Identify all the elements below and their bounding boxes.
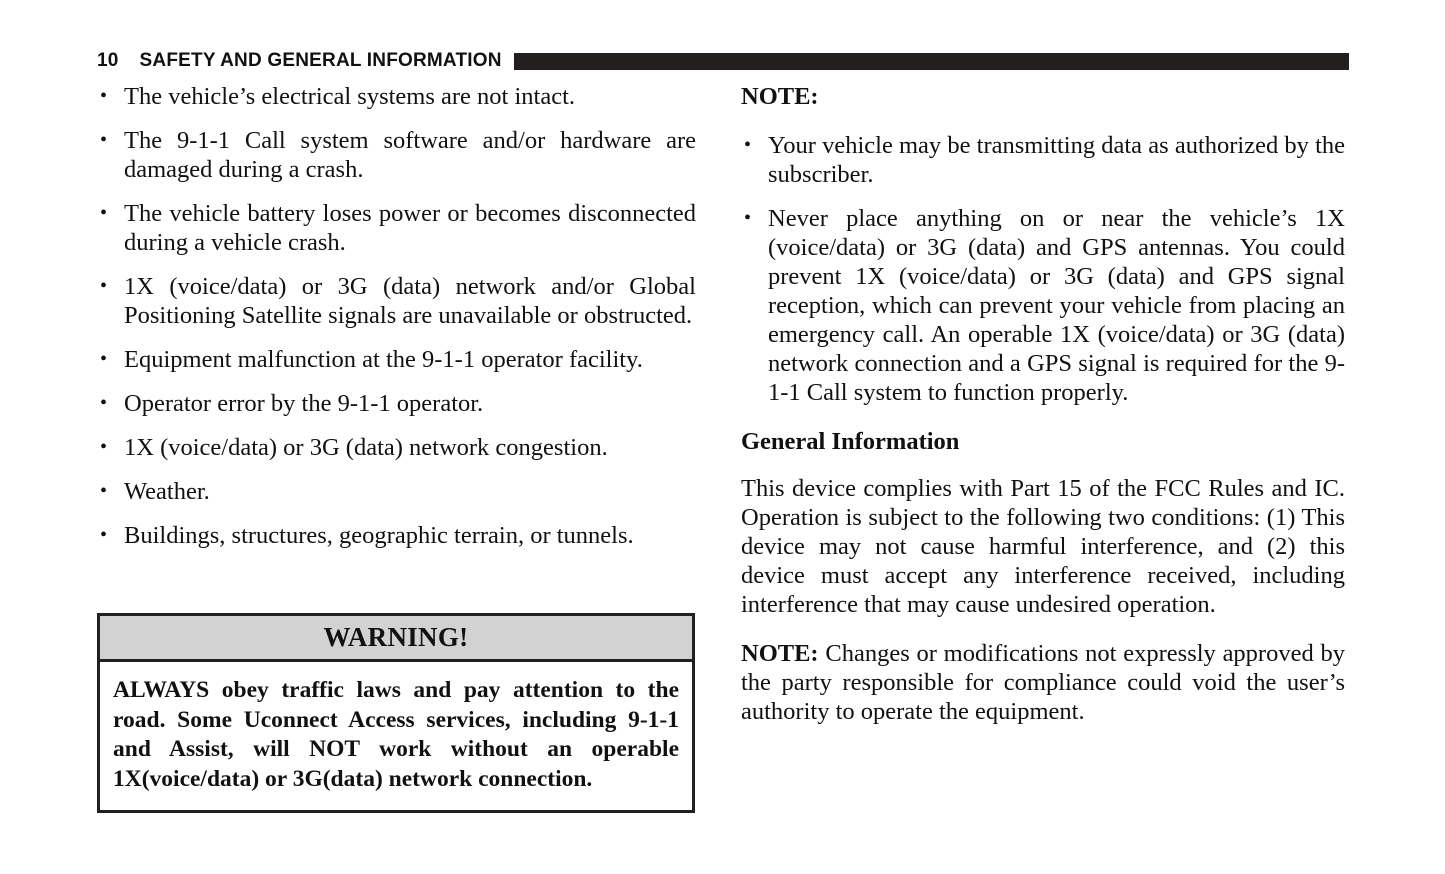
list-item: 1X (voice/data) or 3G (data) network and… xyxy=(97,272,696,330)
list-item: The vehicle’s electrical systems are not… xyxy=(97,82,696,111)
note-paragraph-text: Changes or modifications not expressly a… xyxy=(741,640,1345,725)
list-item: Your vehicle may be transmitting data as… xyxy=(741,131,1345,189)
general-information-heading: General Information xyxy=(741,428,960,455)
general-information-paragraph: This device complies with Part 15 of the… xyxy=(741,475,1345,618)
list-item: Equipment malfunction at the 9-1-1 opera… xyxy=(97,345,696,374)
list-item: Operator error by the 9-1-1 operator. xyxy=(97,389,696,418)
warning-body-text: ALWAYS obey traffic laws and pay attenti… xyxy=(113,677,679,792)
note-bullet-list: Your vehicle may be transmitting data as… xyxy=(741,131,1345,407)
list-item: 1X (voice/data) or 3G (data) network con… xyxy=(97,433,696,462)
note-label: NOTE: xyxy=(741,640,819,667)
list-item: Never place anything on or near the vehi… xyxy=(741,204,1345,407)
list-item: The 9-1-1 Call system software and/or ha… xyxy=(97,126,696,184)
list-item: Buildings, structures, geographic terrai… xyxy=(97,521,696,550)
page-number: 10 xyxy=(97,50,119,71)
note-heading: NOTE: xyxy=(741,83,819,110)
page-header: 10 SAFETY AND GENERAL INFORMATION xyxy=(97,48,1349,74)
list-item: Weather. xyxy=(97,477,696,506)
page-title: SAFETY AND GENERAL INFORMATION xyxy=(139,50,502,71)
warning-title: WARNING! xyxy=(100,616,692,662)
right-column: NOTE: Your vehicle may be transmitting d… xyxy=(741,82,1345,726)
note-paragraph: NOTE: Changes or modifications not expre… xyxy=(741,639,1345,726)
failure-conditions-list: The vehicle’s electrical systems are not… xyxy=(97,82,696,550)
warning-box: WARNING! ALWAYS obey traffic laws and pa… xyxy=(97,613,695,813)
header-rule xyxy=(513,52,1349,70)
list-item: The vehicle battery loses power or becom… xyxy=(97,199,696,257)
manual-page: 10 SAFETY AND GENERAL INFORMATION The ve… xyxy=(0,0,1445,874)
left-column: The vehicle’s electrical systems are not… xyxy=(97,82,696,550)
